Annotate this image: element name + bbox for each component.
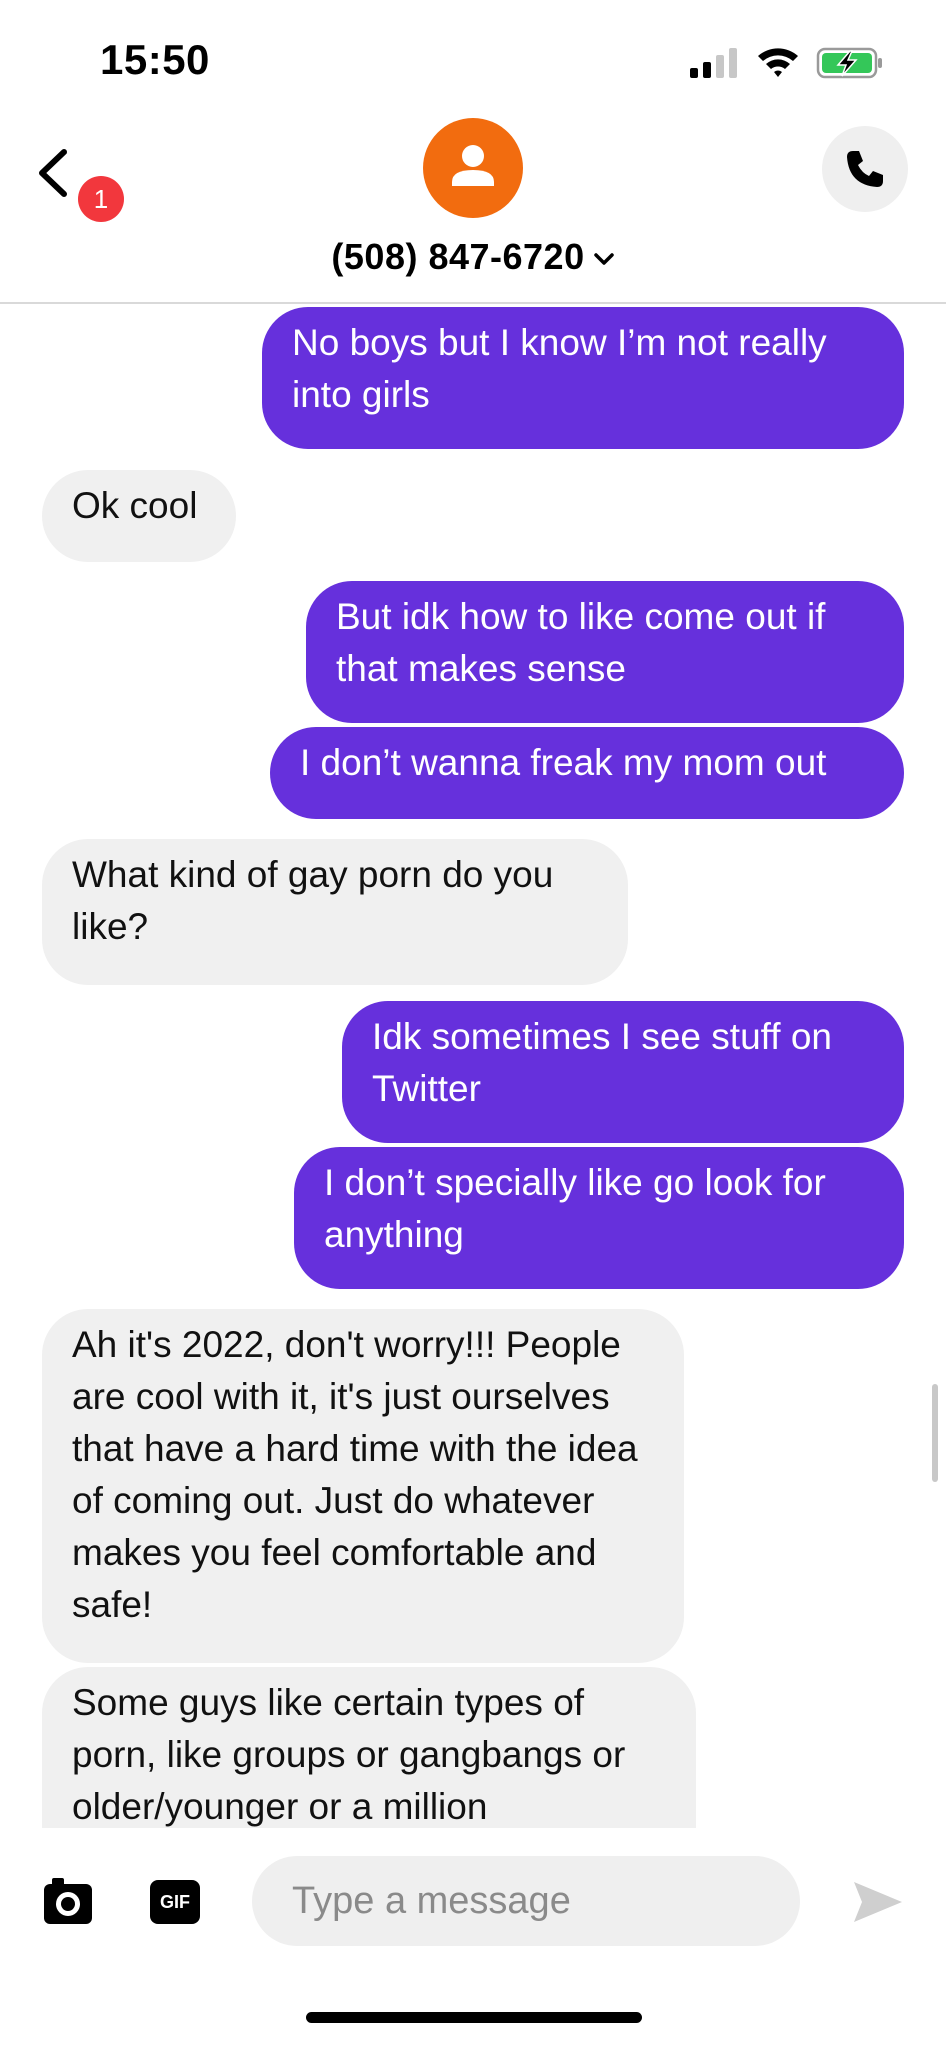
unread-badge: 1	[78, 176, 124, 222]
person-icon	[452, 145, 494, 186]
home-indicator[interactable]	[306, 2012, 642, 2023]
message-bubble-incoming[interactable]: Some guys like certain types of porn, li…	[42, 1667, 696, 1828]
back-button[interactable]: 1	[36, 138, 136, 222]
camera-icon[interactable]	[42, 1876, 94, 1928]
message-input[interactable]	[252, 1856, 800, 1946]
battery-charging-icon	[816, 47, 882, 79]
conversation-header: 1 (508) 847-6720	[0, 110, 946, 304]
chevron-down-icon	[593, 253, 614, 266]
message-bubble-outgoing[interactable]: I don’t wanna freak my mom out	[270, 727, 904, 819]
send-icon[interactable]	[852, 1878, 904, 1926]
gif-button[interactable]: GIF	[150, 1880, 200, 1924]
wifi-icon	[758, 48, 798, 77]
contact-name-dropdown[interactable]: (508) 847-6720	[0, 236, 946, 278]
message-bubble-outgoing[interactable]: I don’t specially like go look for anyth…	[294, 1147, 904, 1289]
message-bubble-outgoing[interactable]: Idk sometimes I see stuff on Twitter	[342, 1001, 904, 1143]
message-bubble-incoming[interactable]: Ok cool	[42, 470, 236, 562]
contact-avatar[interactable]	[423, 118, 523, 218]
signal-icon	[690, 48, 737, 78]
message-bubble-incoming[interactable]: Ah it's 2022, don't worry!!! People are …	[42, 1309, 684, 1663]
phone-icon	[847, 151, 883, 187]
call-button[interactable]	[822, 126, 908, 212]
message-composer: GIF	[0, 1828, 946, 1948]
message-bubble-outgoing[interactable]: No boys but I know I’m not really into g…	[262, 307, 904, 449]
contact-name-label: (508) 847-6720	[331, 236, 585, 277]
message-bubble-outgoing[interactable]: But idk how to like come out if that mak…	[306, 581, 904, 723]
message-list[interactable]: No boys but I know I’m not really into g…	[0, 304, 946, 1828]
message-bubble-incoming[interactable]: What kind of gay porn do you like?	[42, 839, 628, 985]
back-chevron-icon	[39, 149, 67, 197]
status-bar: 15:50	[0, 0, 946, 120]
scrollbar[interactable]	[932, 1384, 938, 1482]
status-time: 15:50	[100, 36, 210, 83]
